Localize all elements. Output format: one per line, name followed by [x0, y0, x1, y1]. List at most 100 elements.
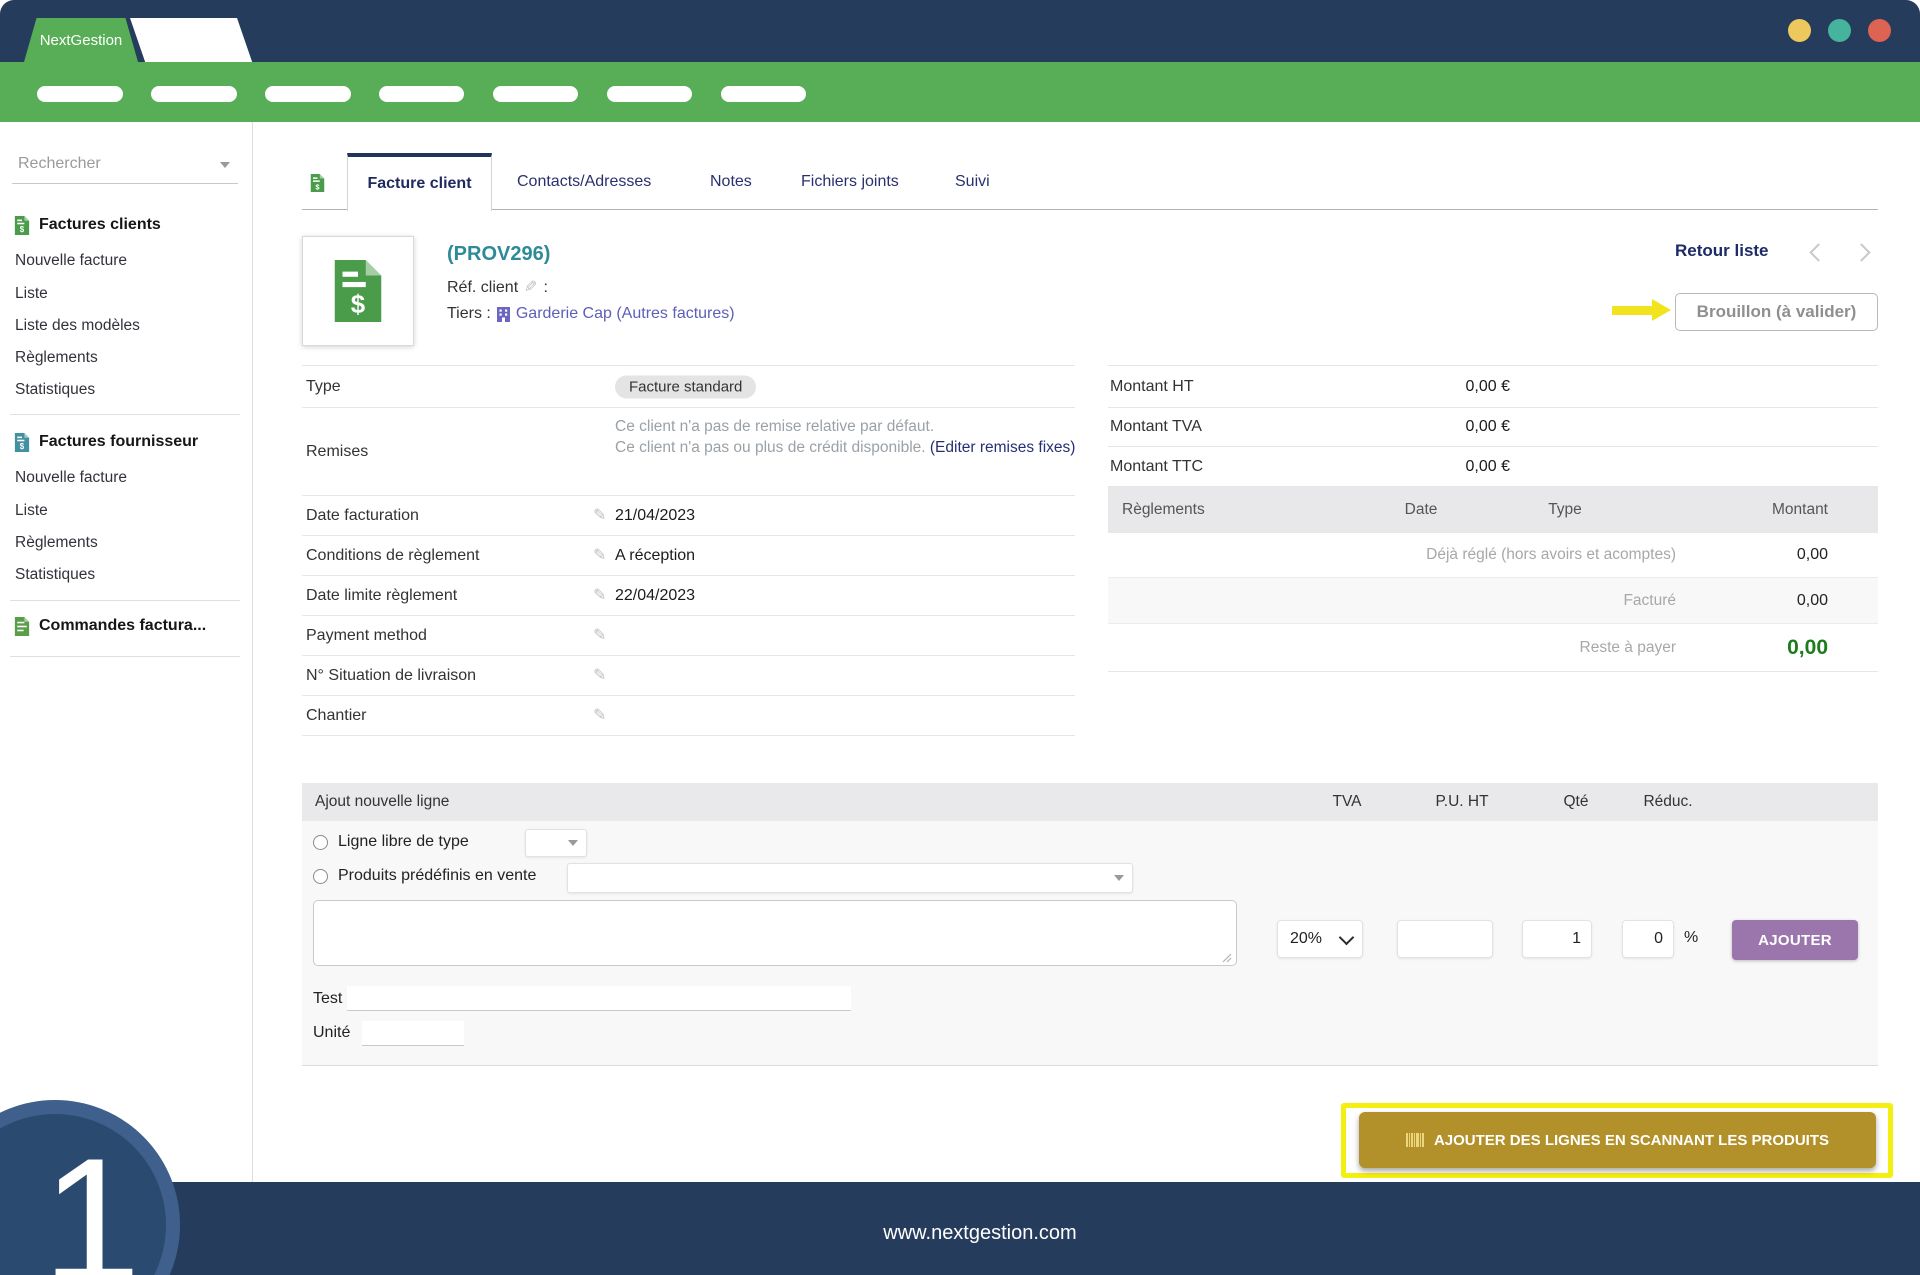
chevron-down-icon	[220, 162, 230, 168]
detail-row-date-limite: Date limite règlement 22/04/2023	[302, 576, 1075, 616]
total-row-ttc: Montant TTC 0,00 €	[1108, 447, 1878, 487]
chevron-down-icon	[568, 840, 578, 846]
type-badge: Facture standard	[615, 375, 756, 398]
invoice-reference: (PROV296)	[447, 243, 550, 266]
back-to-list-link[interactable]: Retour liste	[1675, 241, 1769, 261]
barcode-icon	[1406, 1133, 1424, 1147]
unite-field-label: Unité	[313, 1024, 350, 1042]
radio-ligne-libre-label: Ligne libre de type	[338, 833, 469, 851]
tab-suivi[interactable]: Suivi	[955, 173, 990, 191]
sidebar-divider	[252, 122, 253, 1182]
sidebar-section-factures-clients[interactable]: Factures clients	[14, 215, 161, 235]
window-dot-green-icon[interactable]	[1828, 19, 1851, 42]
line-type-select[interactable]	[525, 829, 587, 857]
next-record-icon[interactable]	[1852, 243, 1870, 261]
menu-item-placeholder[interactable]	[265, 86, 351, 102]
footer-bar: www.nextgestion.com	[0, 1182, 1920, 1275]
scan-products-button[interactable]: AJOUTER DES LIGNES EN SCANNANT LES PRODU…	[1359, 1112, 1876, 1168]
tiers-link[interactable]: Garderie Cap (Autres factures)	[516, 305, 735, 323]
sidebar-item-nouvelle-facture[interactable]: Nouvelle facture	[15, 251, 127, 271]
ref-client-colon: :	[544, 279, 548, 297]
sidebar-item-liste-fournisseur[interactable]: Liste	[15, 501, 48, 521]
chevron-down-icon	[1114, 875, 1124, 881]
tiers-row: Tiers : Garderie Cap (Autres factures)	[447, 305, 735, 323]
sidebar-item-reglements-fournisseur[interactable]: Règlements	[15, 533, 98, 553]
invoice-icon	[14, 216, 30, 235]
payment-row-deja-regle: Déjà réglé (hors avoirs et acomptes) 0,0…	[1108, 533, 1878, 578]
edit-icon[interactable]	[524, 280, 537, 296]
prev-record-icon[interactable]	[1809, 243, 1827, 261]
edit-icon[interactable]	[593, 708, 606, 724]
tab-contacts-adresses[interactable]: Contacts/Adresses	[517, 173, 651, 191]
radio-produits-predefinis[interactable]	[313, 869, 328, 884]
sidebar-item-reglements[interactable]: Règlements	[15, 348, 98, 368]
menu-item-placeholder[interactable]	[721, 86, 806, 102]
menu-item-placeholder[interactable]	[493, 86, 578, 102]
step-annotation-circle: 1	[0, 1100, 180, 1275]
edit-remises-link[interactable]: (Editer remises fixes)	[930, 439, 1076, 456]
footer-url: www.nextgestion.com	[830, 1222, 1130, 1245]
sidebar-item-statistiques-fournisseur[interactable]: Statistiques	[15, 565, 95, 585]
unite-field-input[interactable]	[362, 1021, 464, 1046]
sidebar-item-statistiques[interactable]: Statistiques	[15, 380, 95, 400]
window-dot-yellow-icon[interactable]	[1788, 19, 1811, 42]
menu-item-placeholder[interactable]	[37, 86, 123, 102]
add-line-header: Ajout nouvelle ligne TVA P.U. HT Qté Réd…	[302, 783, 1878, 821]
payment-row-reste-a-payer: Reste à payer 0,00	[1108, 624, 1878, 672]
menu-item-placeholder[interactable]	[607, 86, 692, 102]
search-placeholder: Rechercher	[18, 155, 101, 173]
sidebar-item-liste-modeles[interactable]: Liste des modèles	[15, 316, 140, 336]
annotation-arrow	[1612, 306, 1652, 315]
sidebar-section-commandes-facturables[interactable]: Commandes factura...	[14, 616, 206, 636]
payment-row-facture: Facturé 0,00	[1108, 578, 1878, 624]
discount-input[interactable]	[1622, 920, 1674, 958]
redacted-tab[interactable]	[130, 18, 252, 62]
unit-price-input[interactable]	[1397, 920, 1493, 958]
tva-select[interactable]: 20%	[1277, 920, 1363, 958]
edit-icon[interactable]	[593, 588, 606, 604]
menu-item-placeholder[interactable]	[379, 86, 464, 102]
app-window: NextGestion Rechercher Factures clients …	[0, 0, 1920, 1275]
radio-ligne-libre[interactable]	[313, 835, 328, 850]
total-row-ht: Montant HT 0,00 €	[1108, 365, 1878, 408]
tab-fichiers-joints[interactable]: Fichiers joints	[801, 173, 899, 191]
payments-col-date: Date	[1391, 501, 1451, 519]
tab-underline	[302, 209, 1878, 210]
brand-tab[interactable]: NextGestion	[24, 18, 138, 62]
sidebar-section-factures-fournisseur[interactable]: Factures fournisseur	[14, 432, 198, 452]
annotation-arrow-head	[1652, 299, 1671, 321]
sidebar-item-nouvelle-facture-fournisseur[interactable]: Nouvelle facture	[15, 468, 127, 488]
tab-notes[interactable]: Notes	[710, 173, 752, 191]
payments-title: Règlements	[1122, 501, 1205, 519]
sidebar-search-select[interactable]: Rechercher	[12, 145, 238, 184]
predefined-product-select[interactable]	[567, 863, 1133, 893]
detail-row-payment-method: Payment method	[302, 616, 1075, 656]
tab-facture-client[interactable]: Facture client	[347, 153, 492, 211]
col-reduc: Réduc.	[1623, 793, 1713, 811]
invoice-icon	[14, 433, 30, 452]
ajouter-button[interactable]: AJOUTER	[1732, 920, 1858, 960]
divider	[10, 656, 240, 657]
col-pu-ht: P.U. HT	[1417, 793, 1507, 811]
line-description-textarea[interactable]	[313, 900, 1237, 966]
menu-item-placeholder[interactable]	[151, 86, 237, 102]
ref-client-row: Réf. client :	[447, 279, 548, 297]
ref-client-label: Réf. client	[447, 279, 518, 297]
order-document-icon	[14, 617, 30, 636]
edit-icon[interactable]	[593, 668, 606, 684]
brand-label: NextGestion	[40, 32, 123, 49]
edit-icon[interactable]	[593, 628, 606, 644]
step-number: 1	[42, 1132, 141, 1275]
edit-icon[interactable]	[593, 508, 606, 524]
quantity-input[interactable]	[1522, 920, 1592, 958]
company-icon	[497, 307, 510, 322]
payments-col-type: Type	[1535, 501, 1595, 519]
invoice-thumbnail	[302, 236, 414, 346]
detail-row-situation-livraison: N° Situation de livraison	[302, 656, 1075, 696]
sidebar-item-liste[interactable]: Liste	[15, 284, 48, 304]
edit-icon[interactable]	[593, 548, 606, 564]
test-field-input[interactable]	[347, 986, 851, 1011]
window-dot-red-icon[interactable]	[1868, 19, 1891, 42]
divider	[10, 600, 240, 601]
remises-text: Ce client n'a pas de remise relative par…	[615, 416, 1095, 458]
